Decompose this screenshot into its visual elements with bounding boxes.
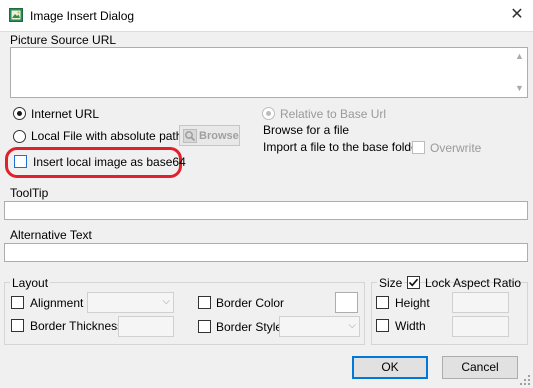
magnifier-icon	[183, 129, 197, 143]
height-label[interactable]: Height	[395, 296, 430, 310]
alignment-select[interactable]: ⌵	[87, 292, 174, 313]
relative-to-base-radio[interactable]	[262, 107, 275, 120]
size-legend: Size	[377, 276, 405, 290]
picture-source-label: Picture Source URL	[10, 33, 117, 47]
height-input[interactable]	[452, 292, 509, 313]
insert-base64-checkbox[interactable]	[14, 155, 27, 168]
overwrite-label[interactable]: Overwrite	[430, 141, 481, 155]
lock-aspect-label[interactable]: Lock Aspect Ratio	[425, 276, 521, 290]
width-label[interactable]: Width	[395, 319, 426, 333]
window-title: Image Insert Dialog	[30, 9, 135, 23]
checkmark-icon	[408, 278, 419, 287]
border-color-label[interactable]: Border Color	[216, 296, 284, 310]
alt-text-label: Alternative Text	[10, 228, 92, 242]
local-file-label[interactable]: Local File with absolute path	[31, 129, 182, 143]
internet-url-label[interactable]: Internet URL	[31, 107, 99, 121]
vertical-scrollbar[interactable]: ▲ ▼	[511, 48, 527, 97]
border-thickness-checkbox[interactable]	[11, 319, 24, 332]
browse-button-label: Browse	[199, 130, 239, 142]
ok-button[interactable]: OK	[352, 356, 428, 379]
tooltip-input[interactable]	[4, 201, 528, 220]
close-icon[interactable]: ✕	[506, 4, 528, 26]
lock-aspect-checkbox[interactable]	[407, 276, 420, 289]
chevron-down-icon: ⌵	[348, 320, 356, 331]
width-input[interactable]	[452, 316, 509, 337]
border-style-select[interactable]: ⌵	[279, 316, 360, 337]
chevron-down-icon: ⌵	[162, 296, 170, 307]
relative-to-base-label[interactable]: Relative to Base Url	[280, 107, 386, 121]
border-color-swatch[interactable]	[335, 292, 358, 313]
border-style-label[interactable]: Border Style	[216, 320, 282, 334]
overwrite-checkbox[interactable]	[412, 141, 425, 154]
picture-source-url-input[interactable]: ▲ ▼	[10, 47, 528, 98]
browse-button[interactable]: Browse	[179, 125, 240, 146]
border-color-checkbox[interactable]	[198, 296, 211, 309]
alignment-checkbox[interactable]	[11, 296, 24, 309]
insert-base64-label[interactable]: Insert local image as base64	[33, 155, 186, 169]
scroll-down-icon[interactable]: ▼	[515, 83, 524, 93]
import-file-label: Import a file to the base folder	[263, 140, 422, 154]
tooltip-label: ToolTip	[10, 186, 49, 200]
border-style-checkbox[interactable]	[198, 320, 211, 333]
local-file-radio[interactable]	[13, 130, 26, 143]
image-app-icon	[9, 8, 23, 22]
alt-text-input[interactable]	[4, 243, 528, 262]
alignment-label[interactable]: Alignment	[30, 296, 83, 310]
height-checkbox[interactable]	[376, 296, 389, 309]
browse-for-file-label: Browse for a file	[263, 123, 350, 137]
cancel-button[interactable]: Cancel	[442, 356, 518, 379]
border-thickness-input[interactable]	[118, 316, 174, 337]
layout-legend: Layout	[10, 276, 51, 290]
width-checkbox[interactable]	[376, 319, 389, 332]
resize-grip-icon[interactable]	[519, 374, 531, 386]
border-thickness-label[interactable]: Border Thickness	[30, 319, 123, 333]
scroll-up-icon[interactable]: ▲	[515, 51, 524, 61]
internet-url-radio[interactable]	[13, 107, 26, 120]
